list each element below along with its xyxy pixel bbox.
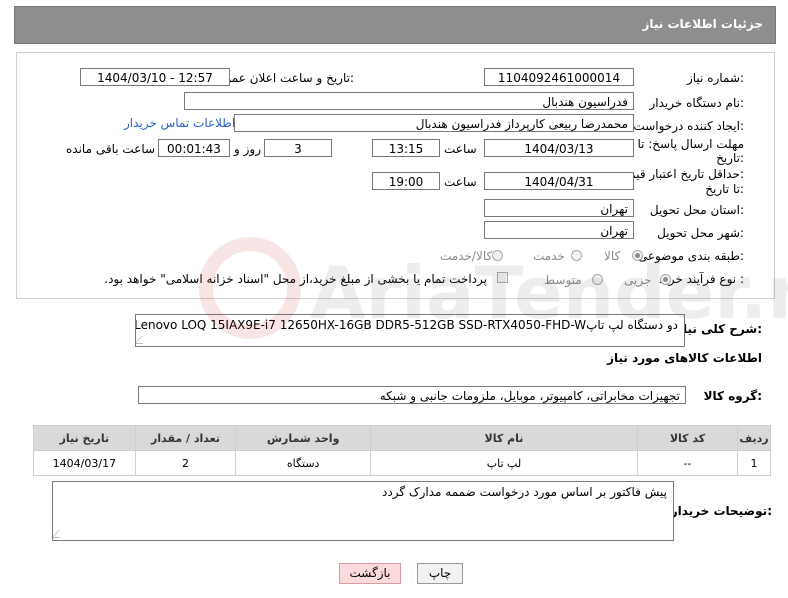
buyer-contact-link[interactable]: اطلاعات تماس خریدار: [124, 116, 235, 130]
reply-days-label: روز و: [234, 142, 261, 156]
price-validity-date-field: 1404/04/31: [484, 172, 634, 190]
buyer-org-field: فدراسیون هندبال: [184, 92, 634, 110]
reply-date-field: 1404/03/13: [484, 139, 634, 157]
reply-time-label: ساعت: [444, 142, 477, 156]
goods-section-title: اطلاعات کالاهای مورد نیاز: [607, 351, 762, 365]
announce-field: 1404/03/10 - 12:57: [80, 68, 230, 86]
reply-deadline-label-2: تاریخ:: [716, 151, 744, 165]
price-validity-time-label: ساعت: [444, 175, 477, 189]
resize-grip-icon[interactable]: [136, 336, 150, 344]
buyer-notes-label: توضیحات خریدار:: [670, 504, 772, 518]
price-validity-label-2: تا تاریخ:: [705, 182, 744, 196]
purchase-minor-text: جزیی: [624, 273, 652, 287]
category-goods-radio[interactable]: [632, 250, 643, 261]
goods-group-field: تجهیزات مخابراتی، کامپیوتر، موبایل، ملزو…: [138, 386, 686, 404]
page-title: جزئیات اطلاعات نیاز: [642, 17, 763, 31]
th-unit: واحد شمارش: [235, 425, 372, 451]
category-both-text: کالا/خدمت: [440, 249, 493, 263]
treasury-payment-checkbox[interactable]: [497, 272, 508, 283]
purchase-minor-radio[interactable]: [660, 274, 671, 285]
delivery-city-label: شهر محل تحویل:: [657, 226, 744, 240]
page-header: جزئیات اطلاعات نیاز: [14, 6, 776, 44]
resize-grip-icon[interactable]: [51, 530, 67, 538]
announce-label: تاریخ و ساعت اعلان عمومی:: [209, 71, 354, 85]
description-text: دو دستگاه لپ تاپLenovo LOQ 15IAX9E-i7 12…: [135, 318, 678, 332]
reply-deadline-label-1: مهلت ارسال پاسخ: تا: [637, 137, 744, 151]
cell-code: --: [636, 450, 739, 476]
creator-field: محمدرضا ربیعی کارپرداز فدراسیون هندبال: [234, 114, 634, 132]
cell-row: 1: [737, 450, 771, 476]
category-goods-text: کالا: [604, 249, 621, 263]
category-service-radio[interactable]: [571, 250, 582, 261]
buyer-org-label: نام دستگاه خریدار:: [649, 96, 745, 110]
category-label: طبقه بندی موضوعی:: [637, 249, 744, 263]
creator-label: ایجاد کننده درخواست:: [633, 119, 744, 133]
buyer-notes-textarea[interactable]: پیش فاکتور بر اساس مورد درخواست ضممه مدا…: [51, 481, 674, 541]
print-button[interactable]: چاپ: [417, 563, 463, 584]
description-textarea[interactable]: دو دستگاه لپ تاپLenovo LOQ 15IAX9E-i7 12…: [135, 314, 685, 347]
th-name: نام کالا: [370, 425, 638, 451]
table-row: 1 -- لپ تاپ دستگاه 2 1404/03/17: [33, 450, 771, 476]
delivery-province-field: تهران: [484, 199, 634, 217]
price-validity-label-1: حداقل تاریخ اعتبار قیمت:: [617, 167, 744, 181]
purchase-medium-radio[interactable]: [592, 274, 603, 285]
purchase-type-label: نوع فرآیند خرید :: [659, 272, 744, 286]
delivery-province-label: استان محل تحویل:: [649, 203, 744, 217]
reply-days-field: 3: [264, 139, 332, 157]
need-number-label: شماره نیاز:: [686, 71, 744, 85]
cell-date: 1404/03/17: [33, 450, 136, 476]
cell-qty: 2: [134, 450, 237, 476]
items-table: ردیف کد کالا نام کالا واحد شمارش تعداد /…: [33, 425, 771, 476]
goods-group-label: گروه کالا:: [703, 389, 762, 403]
category-both-radio[interactable]: [492, 250, 503, 261]
table-header-row: ردیف کد کالا نام کالا واحد شمارش تعداد /…: [33, 425, 771, 451]
purchase-medium-text: متوسط: [544, 273, 582, 287]
th-date: تاریخ نیاز: [33, 425, 136, 451]
remaining-time-field: 00:01:43: [158, 139, 230, 157]
category-service-text: خدمت: [533, 249, 565, 263]
remaining-time-label: ساعت باقی مانده: [66, 142, 156, 156]
cell-unit: دستگاه: [235, 450, 372, 476]
th-qty: تعداد / مقدار: [134, 425, 237, 451]
need-number-field: 1104092461000014: [484, 68, 634, 86]
back-button[interactable]: بازگشت: [339, 563, 401, 584]
cell-name: لپ تاپ: [370, 450, 638, 476]
price-validity-time-field: 19:00: [372, 172, 440, 190]
buyer-notes-text: پیش فاکتور بر اساس مورد درخواست ضممه مدا…: [382, 485, 667, 499]
reply-time-field: 13:15: [372, 139, 440, 157]
th-row: ردیف: [737, 425, 771, 451]
treasury-payment-note: پرداخت تمام یا بخشی از مبلغ خرید،از محل …: [104, 272, 487, 286]
th-code: کد کالا: [636, 425, 739, 451]
delivery-city-field: تهران: [484, 221, 634, 239]
description-label: شرح کلی نیاز:: [676, 322, 762, 336]
